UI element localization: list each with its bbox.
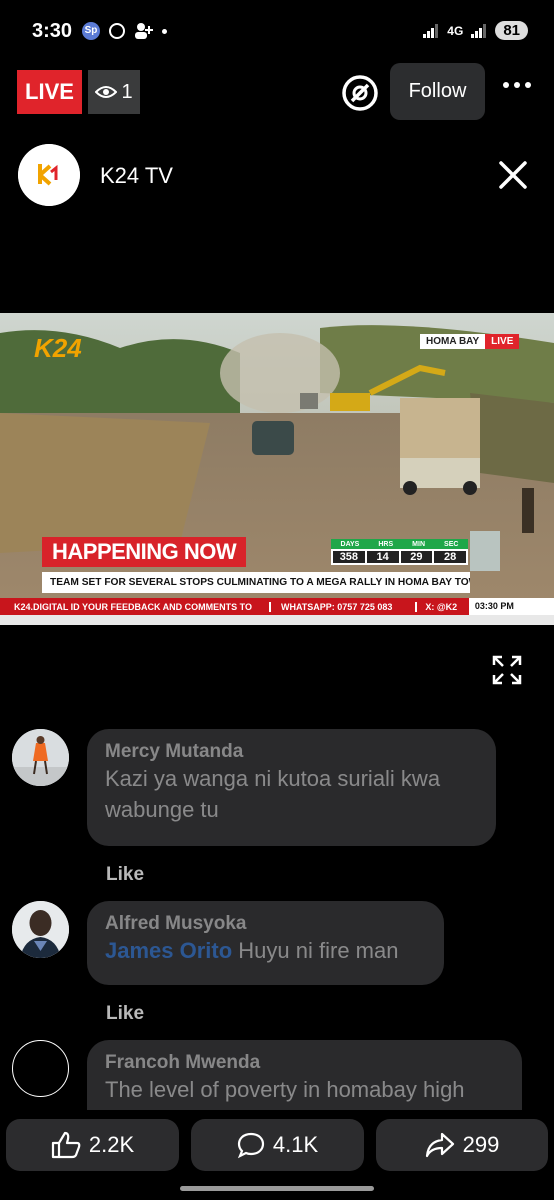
countdown-value: 358	[333, 551, 365, 563]
k24-logo-icon	[18, 144, 80, 206]
whatsapp-icon	[109, 23, 125, 39]
countdown-label: DAYS	[340, 540, 360, 548]
app-notification-icon: Sp	[82, 22, 100, 40]
comment-text: Kazi ya wanga ni kutoa suriali kwa	[105, 766, 441, 791]
expand-icon[interactable]	[492, 655, 522, 685]
signal-icon	[423, 23, 439, 38]
mention-icon[interactable]	[340, 73, 380, 113]
close-icon[interactable]	[498, 160, 528, 190]
channel-logo: K24	[34, 333, 82, 363]
share-icon	[425, 1132, 454, 1158]
countdown-label: HRS	[378, 540, 394, 548]
live-video[interactable]: K24 HOMA BAY LIVE DAYS HRS MIN SEC 358 1…	[0, 313, 554, 625]
dot-icon	[162, 28, 167, 34]
share-action-button[interactable]: 299	[376, 1119, 548, 1171]
viewer-count-value: 1	[121, 80, 133, 103]
signal-icon-2	[471, 23, 487, 38]
comment-author[interactable]: Francoh Mwenda	[105, 1052, 504, 1074]
countdown-value: 29	[400, 551, 433, 563]
countdown-label: MIN	[412, 540, 426, 548]
comment-text: The level of poverty in homabay high	[105, 1077, 465, 1102]
add-user-icon	[135, 23, 153, 39]
countdown-value: 28	[434, 551, 466, 563]
share-count: 299	[462, 1132, 500, 1157]
avatar[interactable]	[12, 901, 69, 958]
comment-bubble[interactable]: Mercy Mutanda Kazi ya wanga ni kutoa sur…	[87, 729, 496, 846]
battery-level: 81	[495, 21, 528, 40]
like-action-button[interactable]: 2.2K	[6, 1119, 179, 1171]
ticker-text: K24.DIGITAL ID YOUR FEEDBACK AND COMMENT…	[14, 601, 253, 612]
notification-icons: Sp	[82, 22, 167, 40]
subheadline-banner: TEAM SET FOR SEVERAL STOPS CULMINATING T…	[42, 572, 470, 593]
comment-text-body: Huyu ni fire man	[232, 938, 399, 963]
network-type: 4G	[447, 23, 464, 38]
location-live: LIVE	[485, 334, 520, 349]
status-bar: 3:30 Sp 4G 81	[0, 0, 554, 60]
countdown-label: SEC	[444, 540, 459, 548]
viewer-count: 1	[88, 70, 140, 114]
page-name[interactable]: K24 TV	[100, 163, 173, 189]
like-button[interactable]: Like	[106, 864, 144, 886]
ticker-bar: K24.DIGITAL ID YOUR FEEDBACK AND COMMENT…	[0, 598, 554, 615]
follow-button[interactable]: Follow	[390, 63, 485, 120]
more-icon[interactable]	[503, 82, 531, 88]
comment-bubble[interactable]: Alfred Musyoka James Orito Huyu ni fire …	[87, 901, 444, 985]
like-button[interactable]: Like	[106, 1003, 144, 1025]
comment-icon	[237, 1132, 264, 1159]
comment-author[interactable]: Alfred Musyoka	[105, 913, 426, 935]
countdown: DAYS HRS MIN SEC 358 14 29 28	[331, 539, 468, 565]
avatar[interactable]	[12, 729, 69, 786]
mention-link[interactable]: James Orito	[105, 938, 232, 963]
comment-count: 4.1K	[272, 1132, 319, 1157]
comment-text: wabunge tu	[105, 797, 219, 822]
comment-action-button[interactable]: 4.1K	[191, 1119, 364, 1171]
location-tag: HOMA BAY LIVE	[420, 334, 520, 349]
live-badge: LIVE	[17, 70, 82, 114]
countdown-value: 14	[366, 551, 399, 563]
ticker-x: X: @K2	[415, 601, 468, 612]
eye-icon	[95, 86, 118, 98]
location-name: HOMA BAY	[420, 334, 486, 349]
clock: 3:30	[32, 20, 73, 42]
ticker-clock: 03:30 PM	[468, 598, 554, 615]
avatar-image	[12, 729, 69, 786]
system-indicators: 4G 81	[423, 21, 528, 40]
headline-banner: HAPPENING NOW	[42, 537, 247, 567]
like-icon	[51, 1131, 81, 1159]
page-avatar[interactable]	[18, 144, 80, 206]
ticker-whatsapp: WHATSAPP: 0757 725 083	[268, 601, 415, 612]
like-count: 2.2K	[88, 1132, 135, 1157]
comment-text: James Orito Huyu ni fire man	[105, 935, 426, 966]
comment-author[interactable]: Mercy Mutanda	[105, 741, 478, 763]
avatar-image	[12, 901, 69, 958]
home-indicator[interactable]	[180, 1186, 374, 1191]
avatar[interactable]	[12, 1040, 69, 1097]
